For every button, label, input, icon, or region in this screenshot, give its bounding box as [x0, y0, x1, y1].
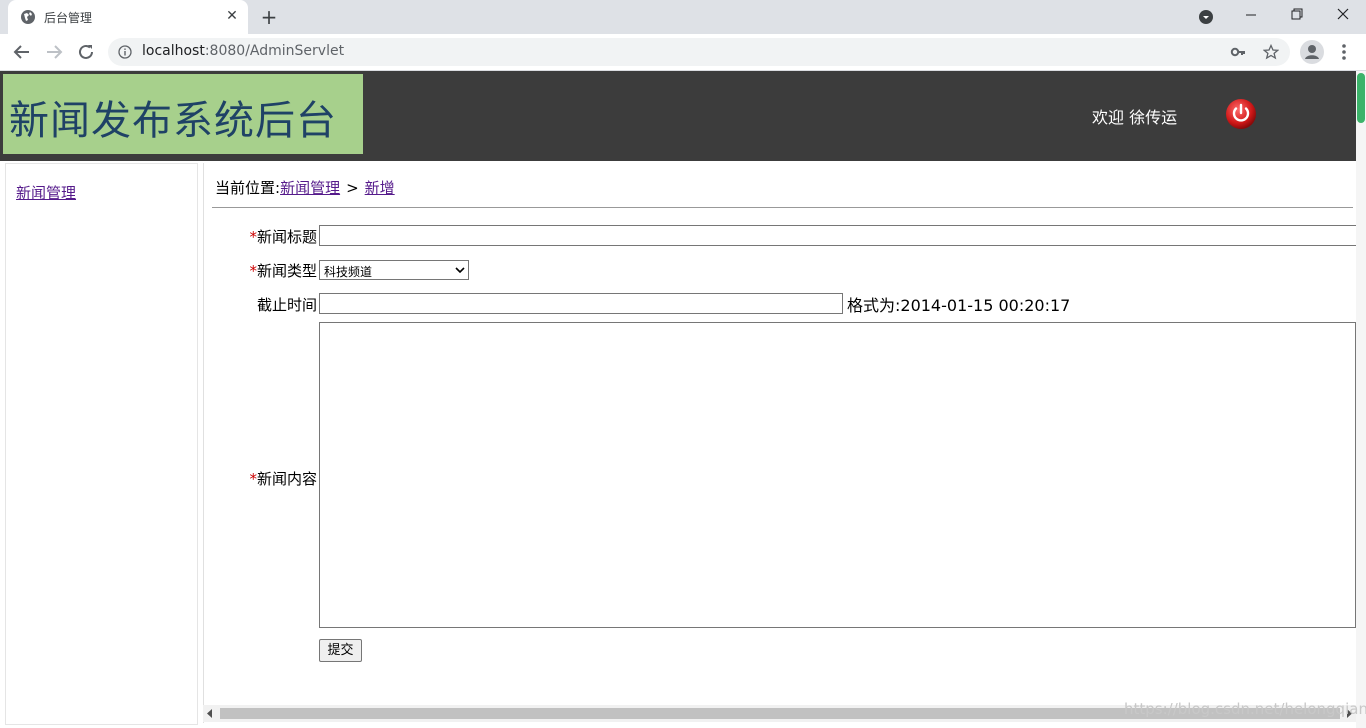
tab-close-icon[interactable]: ✕ — [224, 8, 240, 24]
required-mark: * — [249, 470, 257, 488]
url-host: localhost — [142, 43, 205, 59]
vertical-scroll-thumb[interactable] — [1357, 73, 1365, 123]
browser-tabstrip: 后台管理 ✕ + — [0, 0, 1366, 34]
news-title-input[interactable] — [319, 225, 1358, 246]
breadcrumb: 当前位置:新闻管理 > 新增 — [215, 177, 395, 198]
watermark: https://blog.csdn.net/helongqiang — [1124, 700, 1366, 718]
required-mark: * — [249, 262, 257, 280]
tab-search-icon[interactable] — [1198, 9, 1214, 25]
new-tab-icon[interactable]: + — [258, 6, 280, 28]
sidebar: 新闻管理 — [5, 163, 198, 725]
star-icon[interactable] — [1263, 44, 1279, 60]
back-arrow-icon[interactable] — [10, 40, 34, 64]
address-bar[interactable]: localhost:8080/AdminServlet — [108, 38, 1290, 66]
globe-icon — [21, 10, 35, 24]
news-content-label: *新闻内容 — [204, 468, 317, 489]
news-title-label-text: 新闻标题 — [256, 228, 317, 246]
site-logo: 新闻发布系统后台 — [3, 74, 363, 154]
person-icon — [1305, 45, 1319, 59]
deadline-label-text: 截止时间 — [256, 296, 317, 314]
news-title-label: *新闻标题 — [204, 226, 317, 247]
deadline-input[interactable] — [319, 293, 843, 314]
browser-tab[interactable]: 后台管理 ✕ — [8, 0, 248, 34]
chevron-down-icon — [455, 267, 465, 274]
news-content-label-text: 新闻内容 — [256, 470, 317, 488]
site-header: 新闻发布系统后台 欢迎 徐传运 — [0, 71, 1356, 161]
browser-toolbar: localhost:8080/AdminServlet — [0, 34, 1366, 71]
breadcrumb-link-section[interactable]: 新闻管理 — [280, 179, 340, 197]
more-menu-icon[interactable] — [1334, 40, 1354, 64]
main-content: 当前位置:新闻管理 > 新增 *新闻标题 *新闻类型 科技频道 截止时间 格式为:2… — [203, 163, 1358, 723]
required-mark: * — [249, 228, 257, 246]
breadcrumb-prefix: 当前位置: — [215, 179, 281, 197]
news-type-select[interactable]: 科技频道 — [319, 260, 469, 280]
news-type-label-text: 新闻类型 — [256, 262, 317, 280]
reload-icon[interactable] — [74, 40, 98, 64]
power-icon[interactable] — [1225, 98, 1257, 130]
tab-title: 后台管理 — [44, 11, 93, 25]
deadline-label: 截止时间 — [204, 294, 317, 315]
forward-arrow-icon[interactable] — [42, 40, 66, 64]
profile-avatar[interactable] — [1300, 40, 1324, 64]
news-type-label: *新闻类型 — [204, 260, 317, 281]
divider — [212, 207, 1353, 208]
minimize-icon[interactable] — [1228, 0, 1274, 30]
news-content-textarea[interactable] — [319, 322, 1356, 628]
welcome-text: 欢迎 徐传运 — [1092, 108, 1178, 127]
submit-button[interactable]: 提交 — [319, 639, 362, 662]
window-close-icon[interactable] — [1320, 0, 1366, 30]
news-type-selected: 科技频道 — [324, 265, 373, 279]
logo-text: 新闻发布系统后台 — [9, 98, 337, 144]
info-icon[interactable] — [118, 45, 132, 59]
url-text[interactable]: localhost:8080/AdminServlet — [142, 43, 344, 59]
key-icon[interactable] — [1230, 44, 1246, 60]
url-path: :8080/AdminServlet — [204, 43, 345, 59]
breadcrumb-separator: > — [346, 179, 359, 197]
sidebar-item-news-management[interactable]: 新闻管理 — [16, 182, 76, 203]
restore-icon[interactable] — [1274, 0, 1320, 30]
vertical-scrollbar[interactable] — [1356, 71, 1366, 728]
breadcrumb-link-current[interactable]: 新增 — [365, 179, 395, 197]
scroll-left-icon[interactable] — [206, 709, 214, 718]
deadline-format-hint: 格式为:2014-01-15 00:20:17 — [847, 296, 1071, 315]
